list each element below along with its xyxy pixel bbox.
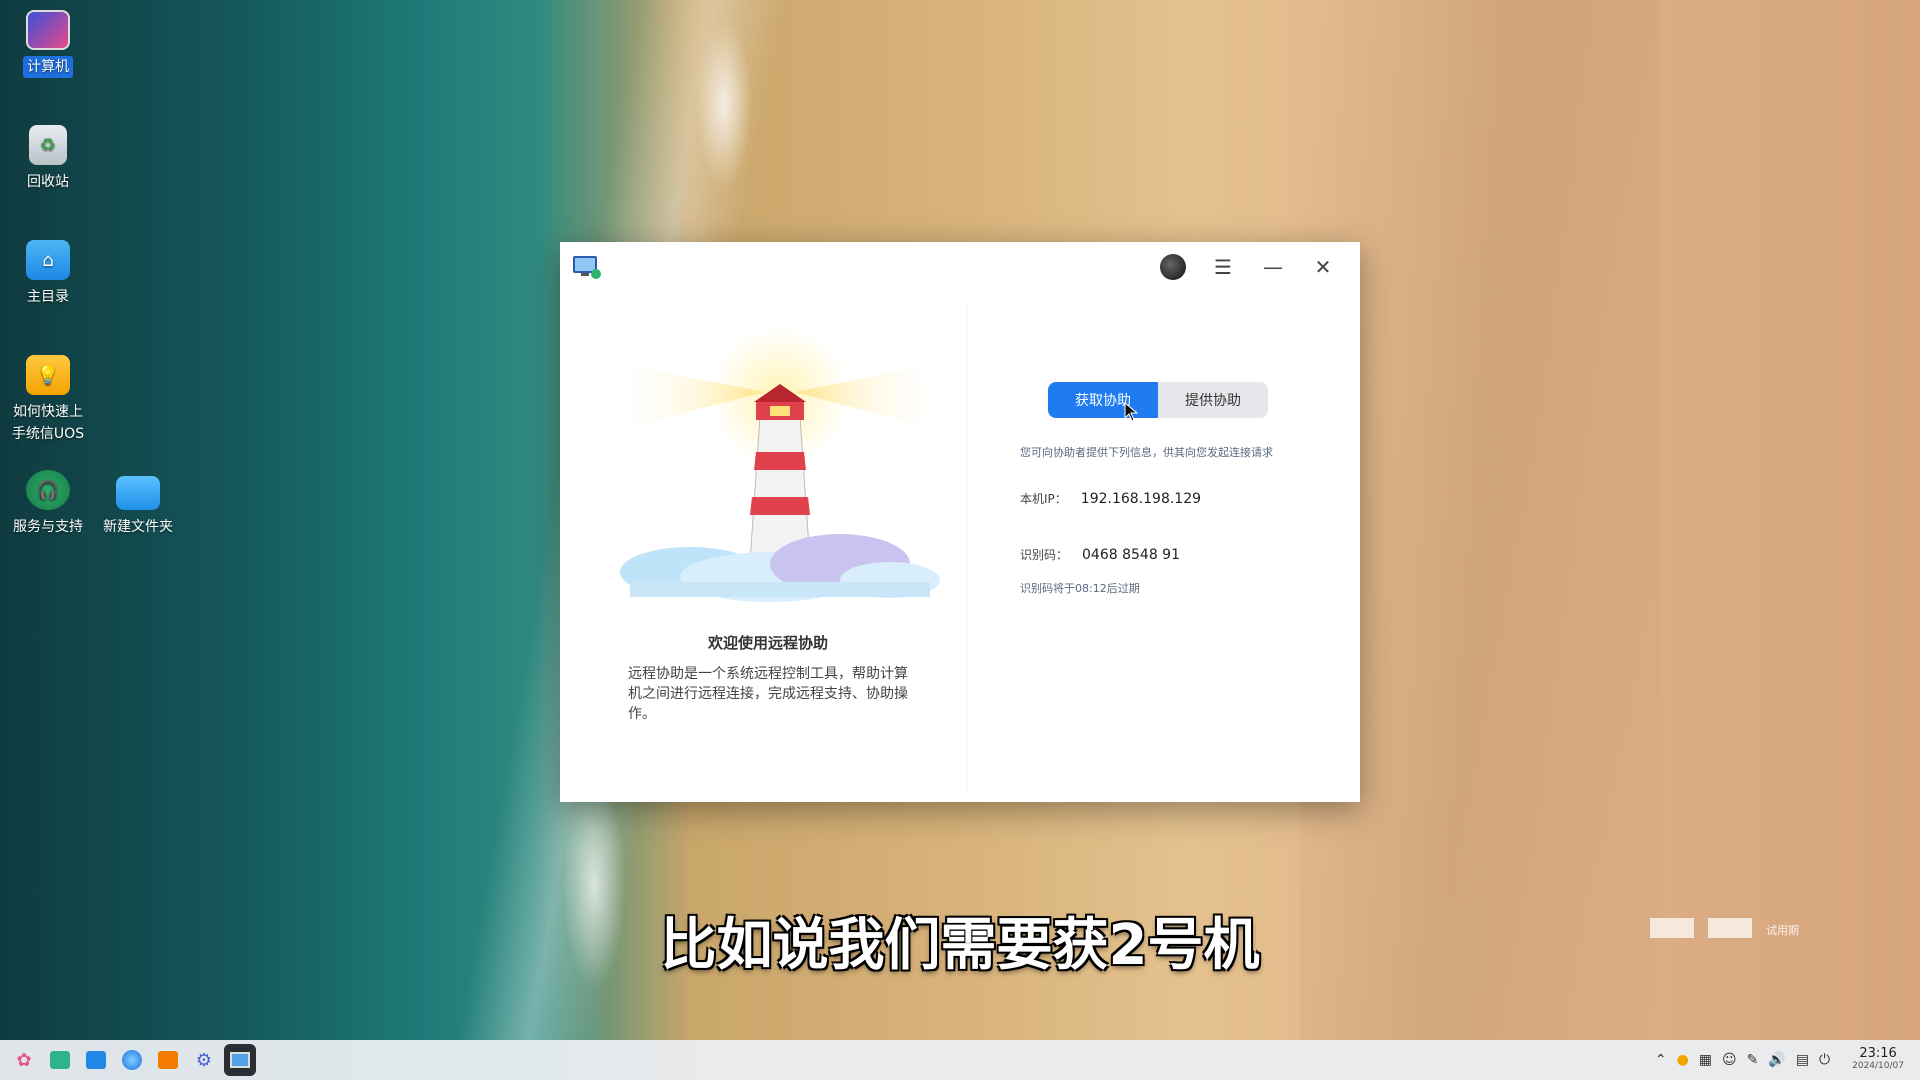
ip-label: 本机IP： [1020, 492, 1067, 506]
account-avatar-button[interactable] [1148, 242, 1198, 292]
code-label: 识别码： [1020, 548, 1069, 562]
taskbar-app-settings[interactable]: ⚙ [188, 1044, 220, 1076]
code-value: 0468 8548 91 [1082, 547, 1180, 563]
desktop-icon-label: 新建文件夹 [103, 519, 173, 535]
code-row: 识别码： 0468 8548 91 [1020, 546, 1180, 563]
mode-switch: 获取协助 提供协助 [1048, 382, 1268, 418]
menu-button[interactable]: ☰ [1198, 242, 1248, 292]
computer-icon [26, 10, 70, 50]
remote-assistance-app-icon [573, 256, 601, 279]
titlebar: ☰ — ✕ [560, 242, 1360, 292]
ip-value: 192.168.198.129 [1080, 491, 1202, 507]
lightbulb-icon: 💡 [26, 355, 70, 395]
watermark-text: 试用期 [1766, 924, 1799, 937]
welcome-description: 远程协助是一个系统远程控制工具，帮助计算机之间进行远程连接，完成远程支持、协助操… [628, 666, 908, 722]
trash-icon: ♻ [29, 125, 67, 165]
notification-icon[interactable]: ● [1677, 1052, 1689, 1068]
clock[interactable]: 23:16 2024/10/07 [1852, 1047, 1904, 1073]
folder-icon [116, 476, 160, 510]
desktop-icon-label: 主目录 [27, 289, 69, 305]
package-icon [158, 1051, 178, 1069]
remote-assistance-icon [230, 1052, 250, 1068]
watermark-block [1708, 918, 1752, 938]
headset-icon: 🎧 [26, 470, 70, 510]
taskbar-app-remote-assistance[interactable] [224, 1044, 256, 1076]
volume-icon[interactable]: 🔊 [1768, 1052, 1785, 1068]
app-store-icon [86, 1051, 106, 1069]
desktop-icon-home[interactable]: ⌂ 主目录 [0, 240, 96, 308]
close-button[interactable]: ✕ [1298, 242, 1348, 292]
user-icon[interactable]: ☺ [1722, 1052, 1737, 1068]
clock-time: 23:16 [1859, 1046, 1897, 1061]
settings-icon: ⚙ [195, 1049, 213, 1071]
taskbar: ✿ ⚙ ⌃ ● ▦ ☺ ✎ 🔊 ▤ ⏻ 23:16 2024/10/07 [0, 1040, 1920, 1080]
desktop-icon-computer[interactable]: 计算机 [0, 10, 96, 78]
clock-date: 2024/10/07 [1852, 1061, 1904, 1071]
desktop-icon-label: 如何快速上手统信UOS [11, 404, 85, 442]
launcher-icon: ✿ [16, 1049, 32, 1071]
remote-assistance-window: ☰ — ✕ 欢迎使用远程协助 远程协助是一个系统远程控制工具，帮助计算机之间进行… [560, 242, 1360, 802]
info-hint: 您可向协助者提供下列信息，供其向您发起连接请求 [1020, 446, 1273, 459]
multitask-icon [50, 1051, 70, 1069]
mouse-cursor-icon [1124, 402, 1138, 422]
trial-watermark: 试用期 [1650, 918, 1799, 938]
menu-icon: ☰ [1214, 255, 1232, 279]
keyboard-icon[interactable]: ▦ [1699, 1052, 1712, 1068]
watermark-block [1650, 918, 1694, 938]
power-icon[interactable]: ⏻ [1819, 1052, 1830, 1068]
code-expiry-text: 识别码将于08:12后过期 [1020, 582, 1140, 595]
video-subtitle: 比如说我们需要获2号机 [660, 913, 1260, 978]
desktop-icon-trash[interactable]: ♻ 回收站 [0, 125, 96, 193]
tab-give-assistance[interactable]: 提供协助 [1158, 382, 1268, 418]
desktop-icon-label: 服务与支持 [13, 519, 83, 535]
taskbar-app-browser[interactable] [116, 1044, 148, 1076]
desktop-icon-support[interactable]: 🎧 服务与支持 [0, 470, 96, 538]
desktop-icon-new-folder[interactable]: 新建文件夹 [90, 470, 186, 538]
home-folder-icon: ⌂ [26, 240, 70, 280]
tab-get-assistance[interactable]: 获取协助 [1048, 382, 1158, 418]
avatar-icon [1160, 254, 1186, 280]
taskbar-app-terminal[interactable] [44, 1044, 76, 1076]
system-tray: ⌃ ● ▦ ☺ ✎ 🔊 ▤ ⏻ 23:16 2024/10/07 [1655, 1047, 1914, 1073]
close-icon: ✕ [1314, 255, 1332, 279]
window-content: 欢迎使用远程协助 远程协助是一个系统远程控制工具，帮助计算机之间进行远程连接，完… [570, 302, 1350, 792]
welcome-title: 欢迎使用远程协助 [707, 634, 828, 652]
desktop-icon-label: 回收站 [27, 174, 69, 190]
desktop-icon-label: 计算机 [23, 56, 73, 78]
welcome-pane: 欢迎使用远程协助 远程协助是一个系统远程控制工具，帮助计算机之间进行远程连接，完… [570, 302, 966, 792]
desktop-icon-uos-guide[interactable]: 💡 如何快速上手统信UOS [0, 355, 96, 445]
network-icon[interactable]: ▤ [1796, 1052, 1809, 1068]
browser-icon [122, 1050, 142, 1070]
taskbar-app-files[interactable] [152, 1044, 184, 1076]
ip-row: 本机IP： 192.168.198.129 [1020, 490, 1201, 507]
pen-icon[interactable]: ✎ [1747, 1052, 1759, 1068]
launcher-button[interactable]: ✿ [8, 1044, 40, 1076]
minimize-button[interactable]: — [1248, 242, 1298, 292]
lighthouse-illustration [610, 327, 945, 602]
chevron-up-icon[interactable]: ⌃ [1655, 1052, 1667, 1068]
taskbar-app-store[interactable] [80, 1044, 112, 1076]
assistance-pane: 获取协助 提供协助 您可向协助者提供下列信息，供其向您发起连接请求 本机IP： … [968, 302, 1350, 792]
minimize-icon: — [1263, 255, 1283, 279]
